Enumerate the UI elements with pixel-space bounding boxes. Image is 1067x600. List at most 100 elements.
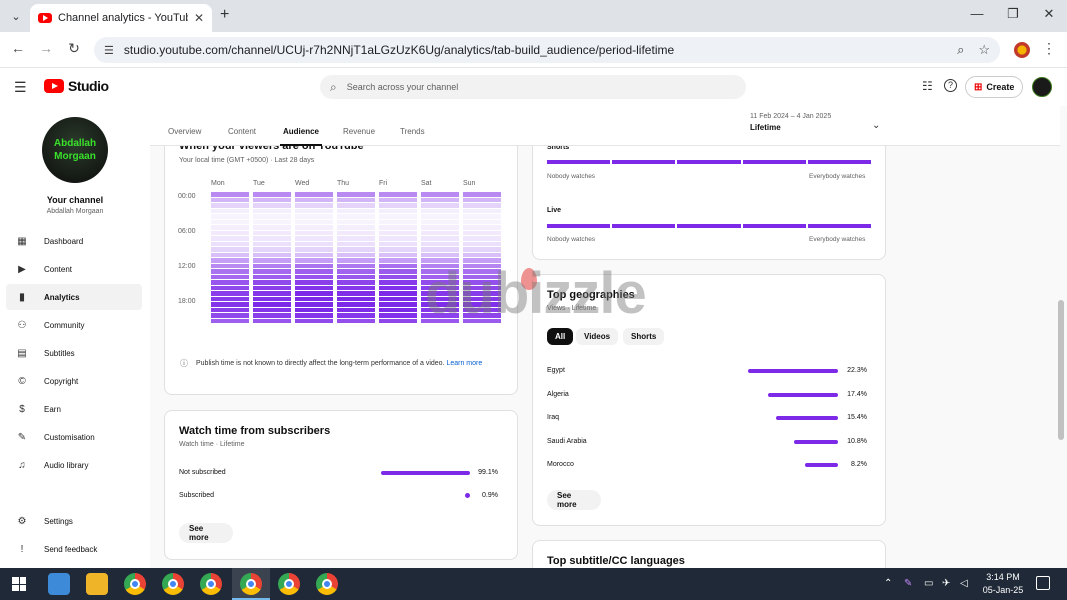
geo-see-more-button[interactable]: See more: [547, 490, 601, 510]
heatmap-cell: [295, 274, 333, 279]
heatmap-cell: [463, 208, 501, 213]
heatmap-cell: [379, 296, 417, 301]
heatmap-cell: [295, 280, 333, 285]
minimize-button[interactable]: —: [962, 6, 992, 21]
studio-logo[interactable]: Studio: [44, 78, 109, 94]
heatmap-cell: [337, 258, 375, 263]
tray-chevron-icon[interactable]: ⌃: [884, 578, 892, 589]
taskbar-clock[interactable]: 3:14 PM 05-Jan-25: [980, 571, 1026, 597]
site-info-icon[interactable]: ☰: [104, 44, 114, 57]
geo-value: 10.8%: [847, 437, 867, 445]
sidebar-item-label: Subtitles: [44, 348, 75, 358]
chrome-profile-icon[interactable]: [278, 573, 300, 595]
help-icon[interactable]: ?: [944, 79, 957, 92]
reload-icon[interactable]: ↻: [64, 40, 84, 57]
sidebar-item-settings[interactable]: ⚙ Settings: [6, 508, 142, 534]
heatmap-cell: [295, 307, 333, 312]
chevron-down-icon[interactable]: ⌄: [872, 120, 880, 131]
chrome-profile-icon[interactable]: [200, 573, 222, 595]
heatmap-cell: [295, 252, 333, 257]
geo-value: 15.4%: [847, 414, 867, 421]
sidebar-item-label: Analytics: [44, 292, 80, 302]
geo-value: 8.2%: [851, 461, 867, 468]
address-bar[interactable]: ☰ studio.youtube.com/channel/UCUj-r7h2NN…: [94, 37, 1000, 63]
geo-country-label: Algeria: [547, 390, 569, 398]
extension-icon[interactable]: [1014, 42, 1030, 58]
heatmap-cell: [337, 241, 375, 246]
battery-icon[interactable]: ▭: [924, 578, 933, 589]
heatmap-cell: [295, 197, 333, 202]
heatmap-cell: [337, 318, 375, 323]
volume-icon[interactable]: ◁: [960, 578, 968, 589]
heatmap-cell: [211, 274, 249, 279]
heatmap-cell: [463, 214, 501, 219]
chip-all[interactable]: All: [547, 328, 574, 345]
hamburger-menu-icon[interactable]: ☰: [14, 79, 27, 96]
channel-search-input[interactable]: ⌕ Search across your channel: [320, 75, 746, 99]
subs-row-value: 0.9%: [482, 492, 498, 499]
tab-search-chevron-icon[interactable]: ⌄: [6, 6, 26, 26]
tab-content[interactable]: Content: [228, 127, 256, 136]
airplane-mode-icon[interactable]: ✈: [942, 578, 950, 589]
tab-audience[interactable]: Audience: [283, 127, 319, 136]
zoom-icon[interactable]: ⌕: [957, 42, 964, 58]
chrome-icon[interactable]: [124, 573, 146, 595]
chip-videos[interactable]: Videos: [576, 328, 619, 345]
calculator-icon[interactable]: [48, 573, 70, 595]
sidebar-item-dashboard[interactable]: ▦ Dashboard: [6, 228, 142, 254]
tab-revenue[interactable]: Revenue: [343, 127, 375, 136]
tab-trends[interactable]: Trends: [400, 127, 425, 136]
learn-more-link[interactable]: Learn more: [446, 360, 482, 367]
notification-icon[interactable]: [1036, 576, 1050, 590]
subs-see-more-button[interactable]: See more: [179, 523, 233, 543]
browser-menu-icon[interactable]: ⋮: [1042, 40, 1056, 57]
sidebar-item-earn[interactable]: $ Earn: [6, 396, 142, 422]
file-explorer-icon[interactable]: [86, 573, 108, 595]
browser-tab[interactable]: Channel analytics - YouTube Studio ✕: [30, 4, 212, 32]
dashboard-icon: ▦: [17, 235, 27, 247]
date-range-picker[interactable]: 11 Feb 2024 – 4 Jan 2025 Lifetime: [750, 113, 831, 132]
shorts-max-label: Everybody watches: [809, 173, 866, 180]
sidebar-item-customisation[interactable]: ✎ Customisation: [6, 424, 142, 450]
chrome-profile-icon[interactable]: [162, 573, 184, 595]
heatmap-cell: [463, 225, 501, 230]
messages-icon[interactable]: ☷: [922, 79, 933, 93]
heatmap-cell: [379, 241, 417, 246]
forward-arrow-icon[interactable]: →: [36, 40, 56, 56]
sidebar-item-community[interactable]: ⚇ Community: [6, 312, 142, 338]
avatar-text-line2: Morgaan: [54, 151, 96, 162]
sidebar-item-copyright[interactable]: © Copyright: [6, 368, 142, 394]
pen-icon[interactable]: ✎: [904, 578, 912, 589]
content-icon: ▶: [18, 263, 26, 275]
heatmap-cell: [295, 192, 333, 197]
new-tab-button[interactable]: +: [220, 6, 229, 24]
sidebar-item-send-feedback[interactable]: ! Send feedback: [6, 536, 142, 562]
chip-shorts[interactable]: Shorts: [623, 328, 665, 345]
chrome-profile-icon[interactable]: [316, 573, 338, 595]
sidebar-item-subtitles[interactable]: ▤ Subtitles: [6, 340, 142, 366]
geo-country-label: Saudi Arabia: [547, 437, 587, 445]
account-avatar[interactable]: [1032, 77, 1052, 97]
sidebar-item-analytics[interactable]: ▮ Analytics: [6, 284, 142, 310]
heatmap-cell: [421, 197, 459, 202]
windows-start-icon[interactable]: [12, 577, 26, 591]
bookmark-star-icon[interactable]: ☆: [978, 42, 990, 58]
window-close-button[interactable]: ✕: [1034, 6, 1064, 22]
copyright-icon: ©: [18, 375, 26, 387]
tab-overview[interactable]: Overview: [168, 127, 201, 136]
channel-avatar[interactable]: Abdallah Morgaan: [42, 117, 108, 183]
sidebar-item-label: Settings: [44, 516, 73, 526]
heatmap-cell: [337, 280, 375, 285]
create-button[interactable]: ⊞ Create: [965, 76, 1024, 98]
tab-close-icon[interactable]: ✕: [194, 11, 204, 25]
chrome-profile-icon[interactable]: [240, 573, 262, 595]
geo-country-label: Iraq: [547, 414, 560, 421]
sidebar-item-audio-library[interactable]: ♫ Audio library: [6, 452, 142, 478]
heatmap-cell: [295, 236, 333, 241]
sidebar-item-label: Earn: [44, 404, 61, 414]
heatmap-cell: [211, 269, 249, 274]
sidebar-item-content[interactable]: ▶ Content: [6, 256, 142, 282]
page-scrollbar[interactable]: [1058, 300, 1064, 440]
restore-button[interactable]: ❐: [998, 6, 1028, 22]
back-arrow-icon[interactable]: ←: [8, 40, 28, 56]
